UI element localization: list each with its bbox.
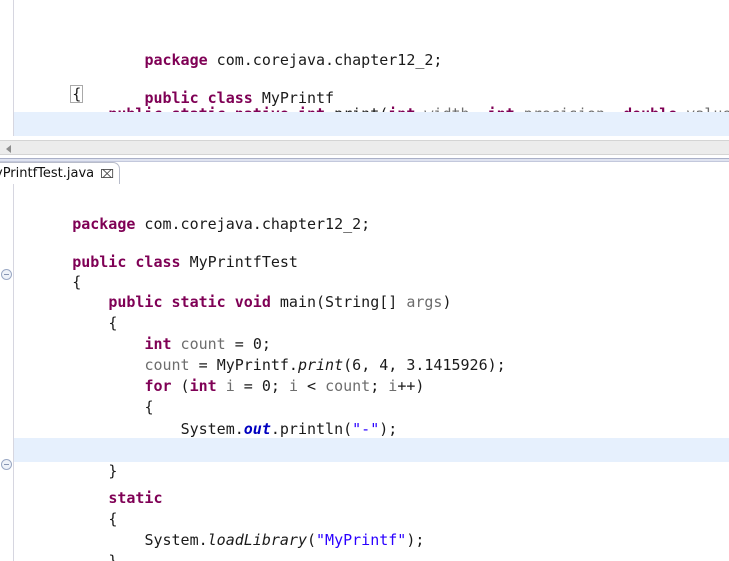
code-line[interactable]: { <box>0 371 729 416</box>
close-icon[interactable]: ⌧ <box>100 168 114 180</box>
code-line-current[interactable]: } <box>0 112 729 136</box>
fold-marker-icon[interactable] <box>1 269 12 280</box>
code-line-current[interactable] <box>0 438 729 462</box>
code-line[interactable]: public static native int print(int width… <box>0 78 729 123</box>
bottom-editor-code-area[interactable]: package com.corejava.chapter12_2; public… <box>0 184 729 561</box>
bottom-editor-pane[interactable]: package com.corejava.chapter12_2; public… <box>0 184 729 561</box>
horizontal-scrollbar[interactable] <box>0 140 729 155</box>
tab-myprintftest-java[interactable]: yPrintfTest.java ⌧ <box>0 162 120 184</box>
scroll-left-arrow-icon[interactable] <box>6 145 11 153</box>
editor-tab-bar: yPrintfTest.java ⌧ <box>0 158 729 184</box>
fold-marker-icon[interactable] <box>1 459 12 470</box>
code-line[interactable]: } <box>0 546 729 561</box>
top-editor-gutter[interactable] <box>0 0 14 136</box>
top-editor-code-area[interactable]: package com.corejava.chapter12_2; public… <box>0 0 729 136</box>
tab-label: yPrintfTest.java <box>0 166 95 181</box>
code-line[interactable]: package com.corejava.chapter12_2; <box>0 0 729 69</box>
code-line[interactable]: package com.corejava.chapter12_2; <box>0 188 729 233</box>
bottom-editor-gutter[interactable] <box>0 184 14 561</box>
top-editor-pane[interactable]: package com.corejava.chapter12_2; public… <box>0 0 729 136</box>
